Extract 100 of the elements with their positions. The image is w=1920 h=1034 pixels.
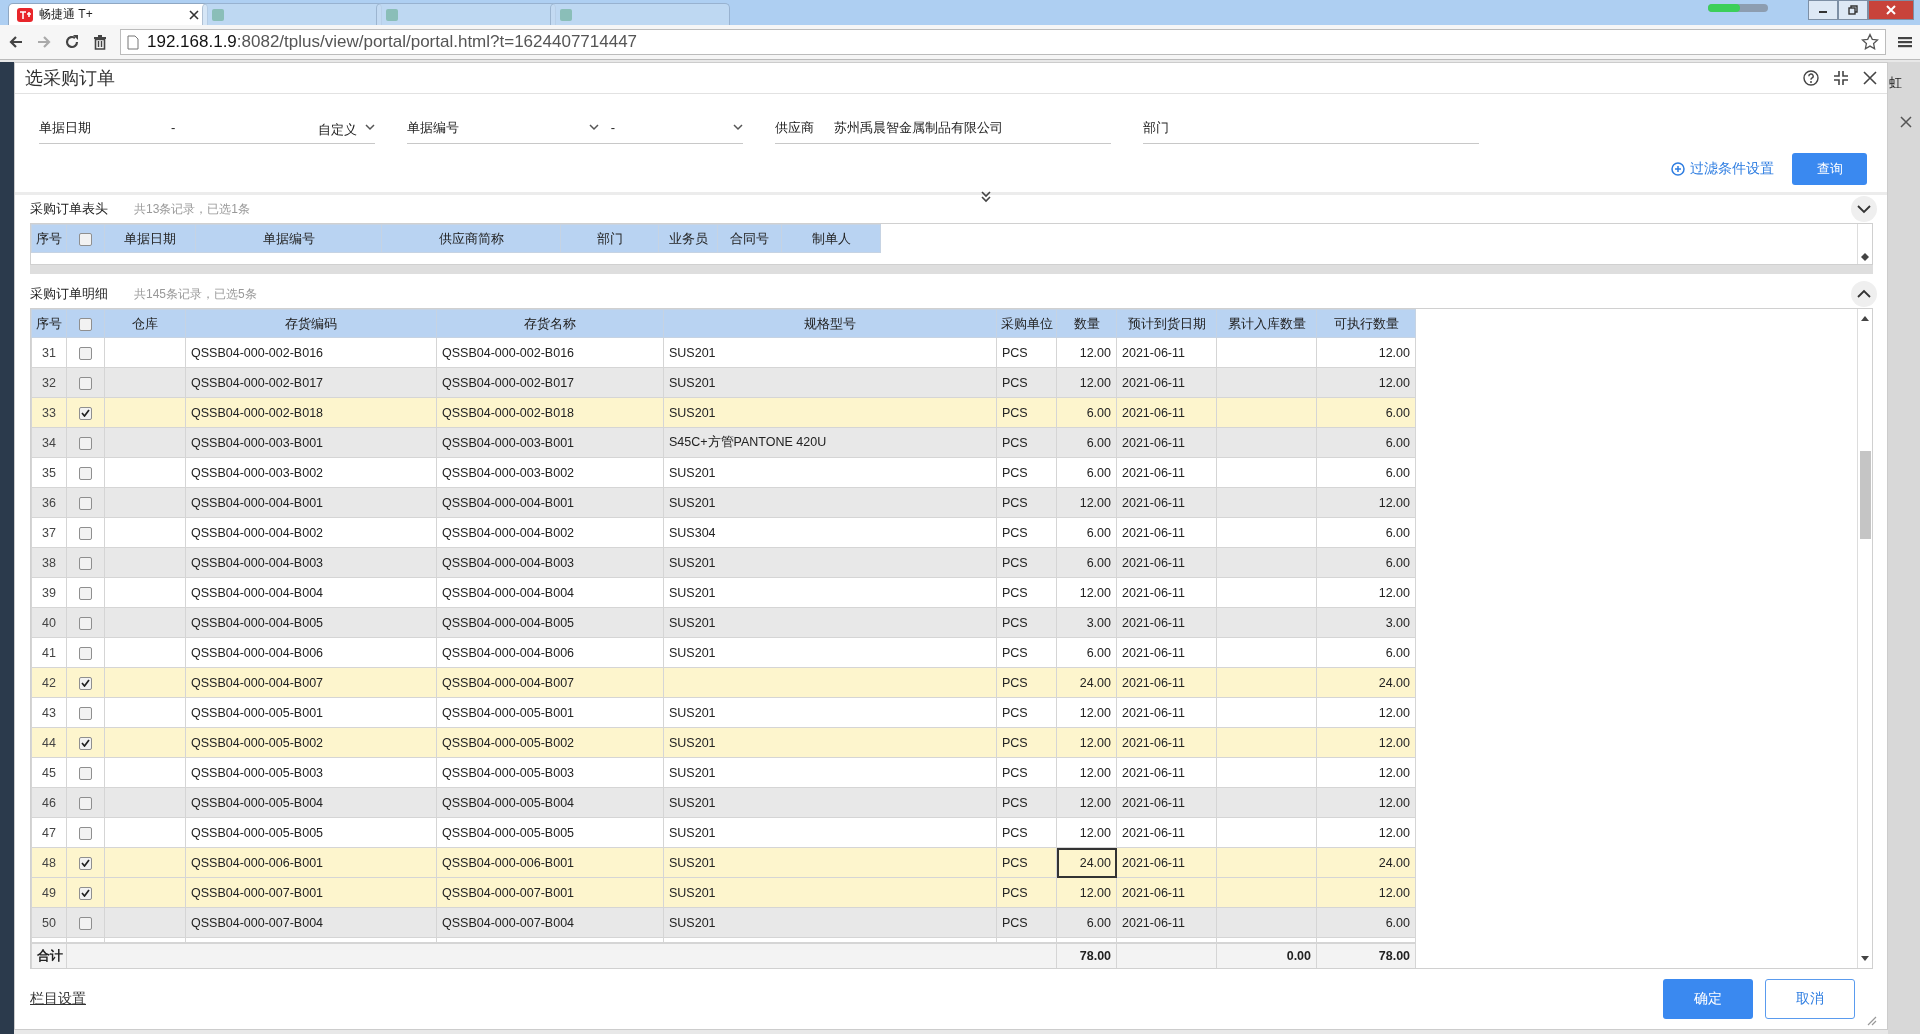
checkbox[interactable]: [79, 586, 92, 600]
column-header[interactable]: 部门: [560, 224, 659, 253]
star-icon[interactable]: [1861, 33, 1879, 51]
column-header[interactable]: 单据日期: [104, 224, 196, 253]
scroll-up-icon[interactable]: [1861, 315, 1869, 321]
table-row[interactable]: 39 QSSB04-000-004-B004 QSSB04-000-004-B004 SUS201 PCS 12.00 2021-06-11 12.00: [31, 577, 1416, 608]
checkbox[interactable]: [79, 233, 92, 247]
checkbox[interactable]: [79, 466, 92, 480]
minimize-button[interactable]: [1808, 0, 1838, 20]
table-row[interactable]: 49 QSSB04-000-007-B001 QSSB04-000-007-B001 SUS201 PCS 12.00 2021-06-11 12.00: [31, 877, 1416, 908]
checkbox[interactable]: [79, 376, 92, 390]
column-header[interactable]: 采购单位: [996, 309, 1057, 338]
table-row[interactable]: 47 QSSB04-000-005-B005 QSSB04-000-005-B005 SUS201 PCS 12.00 2021-06-11 12.00: [31, 817, 1416, 848]
filter-field[interactable]: 单据编号 -: [407, 114, 743, 144]
checkbox[interactable]: [79, 796, 92, 810]
table-row[interactable]: 34 QSSB04-000-003-B001 QSSB04-000-003-B001 S45C+方管PANTONE 420U PCS 6.00 2021-06-11 6.00: [31, 427, 1416, 458]
table-row[interactable]: 43 QSSB04-000-005-B001 QSSB04-000-005-B001 SUS201 PCS 12.00 2021-06-11 12.00: [31, 697, 1416, 728]
caret-icon[interactable]: [733, 124, 743, 131]
table-row[interactable]: 44 QSSB04-000-005-B002 QSSB04-000-005-B002 SUS201 PCS 12.00 2021-06-11 12.00: [31, 727, 1416, 758]
table-row[interactable]: 46 QSSB04-000-005-B004 QSSB04-000-005-B004 SUS201 PCS 12.00 2021-06-11 12.00: [31, 787, 1416, 818]
column-header[interactable]: 序号: [31, 224, 67, 253]
checkbox[interactable]: [79, 406, 92, 420]
checkbox[interactable]: [79, 766, 92, 780]
table-row[interactable]: 33 QSSB04-000-002-B018 QSSB04-000-002-B018 SUS201 PCS 6.00 2021-06-11 6.00: [31, 397, 1416, 428]
page-icon: [385, 7, 399, 22]
menu-icon[interactable]: [1898, 35, 1912, 49]
table-row[interactable]: 50 QSSB04-000-007-B004 QSSB04-000-007-B004 SUS201 PCS 6.00 2021-06-11 6.00: [31, 907, 1416, 938]
row-number: 50: [31, 907, 67, 938]
checkbox[interactable]: [79, 826, 92, 840]
collapse-icon[interactable]: [1833, 70, 1849, 86]
checkbox[interactable]: [79, 436, 92, 450]
checkbox[interactable]: [79, 556, 92, 570]
filter-field[interactable]: 单据日期 - 自定义: [39, 114, 375, 144]
restore-button[interactable]: [1838, 0, 1868, 20]
scrollbar[interactable]: [1857, 224, 1872, 264]
checkbox[interactable]: [79, 916, 92, 930]
table-row[interactable]: 32 QSSB04-000-002-B017 QSSB04-000-002-B017 SUS201 PCS 12.00 2021-06-11 12.00: [31, 367, 1416, 398]
help-icon[interactable]: [1803, 70, 1819, 86]
table-row[interactable]: 45 QSSB04-000-005-B003 QSSB04-000-005-B003 SUS201 PCS 12.00 2021-06-11 12.00: [31, 757, 1416, 788]
table-cell: QSSB04-000-004-B006: [185, 637, 437, 668]
column-header[interactable]: 存货编码: [185, 309, 437, 338]
checkbox[interactable]: [79, 526, 92, 540]
scrollbar[interactable]: [1857, 309, 1872, 968]
address-bar[interactable]: 192.168.1.9:8082/tplus/view/portal/portal.html?t=1624407714447: [120, 29, 1886, 55]
filter-field[interactable]: 供应商 苏州禹晨智金属制品有限公司: [775, 114, 1111, 144]
table-cell: 6.00: [1316, 907, 1416, 938]
table-row[interactable]: 36 QSSB04-000-004-B001 QSSB04-000-004-B001 SUS201 PCS 12.00 2021-06-11 12.00: [31, 487, 1416, 518]
column-header[interactable]: 数量: [1056, 309, 1117, 338]
cancel-button[interactable]: 取消: [1765, 979, 1855, 1019]
column-header[interactable]: 预计到货日期: [1116, 309, 1217, 338]
reload-icon[interactable]: [64, 34, 80, 50]
column-header[interactable]: 合同号: [717, 224, 782, 253]
column-settings-link[interactable]: 栏目设置: [30, 990, 86, 1008]
caret-icon[interactable]: [365, 124, 375, 131]
close-button[interactable]: [1868, 0, 1914, 20]
column-header[interactable]: 累计入库数量: [1216, 309, 1317, 338]
back-icon[interactable]: [8, 34, 24, 50]
chevron-down-icon[interactable]: [1851, 196, 1877, 222]
checkbox[interactable]: [79, 856, 92, 870]
close-icon[interactable]: [189, 9, 199, 20]
checkbox[interactable]: [79, 646, 92, 660]
table-cell: QSSB04-000-002-B017: [436, 367, 664, 398]
filter-settings-link[interactable]: 过滤条件设置: [1671, 160, 1774, 178]
column-header[interactable]: 序号: [31, 309, 67, 338]
column-header[interactable]: 供应商简称: [381, 224, 561, 253]
column-header[interactable]: 可执行数量: [1316, 309, 1416, 338]
column-header[interactable]: 存货名称: [436, 309, 664, 338]
checkbox[interactable]: [79, 736, 92, 750]
table-row[interactable]: 42 QSSB04-000-004-B007 QSSB04-000-004-B007 PCS 24.00 2021-06-11 24.00: [31, 667, 1416, 698]
column-header[interactable]: 业务员: [658, 224, 718, 253]
table-cell: SUS201: [663, 547, 997, 578]
close-icon[interactable]: [1863, 71, 1877, 85]
table-row[interactable]: 40 QSSB04-000-004-B005 QSSB04-000-004-B005 SUS201 PCS 3.00 2021-06-11 3.00: [31, 607, 1416, 638]
table-row[interactable]: 38 QSSB04-000-004-B003 QSSB04-000-004-B003 SUS201 PCS 6.00 2021-06-11 6.00: [31, 547, 1416, 578]
range-mode[interactable]: 自定义: [318, 116, 357, 139]
checkbox[interactable]: [79, 496, 92, 510]
checkbox[interactable]: [79, 706, 92, 720]
table-row[interactable]: 48 QSSB04-000-006-B001 QSSB04-000-006-B001 SUS201 PCS 24.00 2021-06-11 24.00: [31, 847, 1416, 878]
caret-icon[interactable]: [588, 124, 599, 131]
filter-field[interactable]: 部门: [1143, 114, 1479, 144]
checkbox[interactable]: [79, 616, 92, 630]
table-row[interactable]: 35 QSSB04-000-003-B002 QSSB04-000-003-B002 SUS201 PCS 6.00 2021-06-11 6.00: [31, 457, 1416, 488]
scrollbar[interactable]: [30, 265, 1873, 274]
chevron-up-icon[interactable]: [1851, 281, 1877, 307]
trash-icon[interactable]: [92, 34, 108, 50]
checkbox[interactable]: [79, 886, 92, 900]
column-header[interactable]: 仓库: [104, 309, 186, 338]
column-header[interactable]: 单据编号: [195, 224, 382, 253]
table-cell: QSSB04-000-006-B001: [436, 847, 664, 878]
scroll-down-icon[interactable]: [1861, 956, 1869, 962]
table-row[interactable]: 37 QSSB04-000-004-B002 QSSB04-000-004-B002 SUS304 PCS 6.00 2021-06-11 6.00: [31, 517, 1416, 548]
table-row[interactable]: 31 QSSB04-000-002-B016 QSSB04-000-002-B016 SUS201 PCS 12.00 2021-06-11 12.00: [31, 337, 1416, 368]
table-row[interactable]: 41 QSSB04-000-004-B006 QSSB04-000-004-B006 SUS201 PCS 6.00 2021-06-11 6.00: [31, 637, 1416, 668]
column-header[interactable]: 制单人: [781, 224, 881, 253]
checkbox[interactable]: [79, 318, 92, 332]
double-chevron-icon[interactable]: [980, 191, 992, 203]
checkbox[interactable]: [79, 676, 92, 690]
scroll-thumb[interactable]: [1859, 451, 1871, 539]
column-header[interactable]: 规格型号: [663, 309, 997, 338]
checkbox[interactable]: [79, 346, 92, 360]
